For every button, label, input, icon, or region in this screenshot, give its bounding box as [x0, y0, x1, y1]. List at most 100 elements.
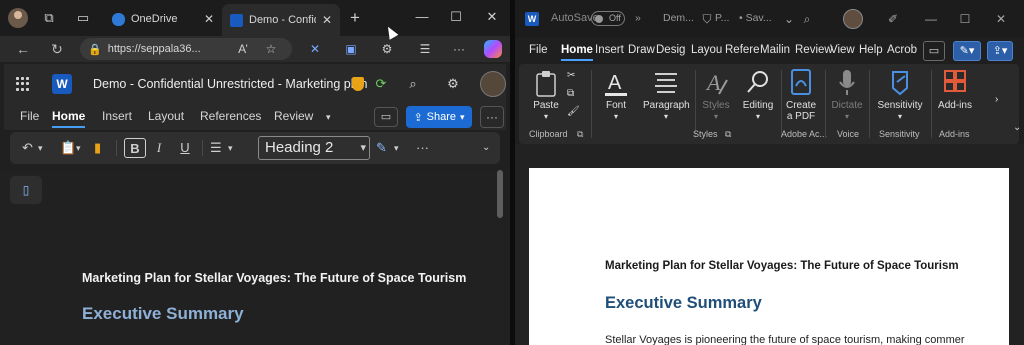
document-page[interactable]: Marketing Plan for Stellar Voyages: The … — [529, 168, 1009, 345]
chevron-down-icon[interactable]: ▾ — [38, 138, 43, 158]
undo-icon[interactable]: ↶ — [22, 138, 33, 158]
underline-button[interactable]: U — [178, 138, 192, 158]
editing-button[interactable]: Editing ▾ — [741, 68, 775, 122]
copilot-icon[interactable] — [484, 40, 502, 58]
tab-view[interactable]: View — [830, 44, 855, 56]
workspaces-icon[interactable]: ⧉ — [40, 9, 58, 27]
italic-button[interactable]: I — [152, 138, 166, 158]
tab-demo-doc[interactable]: Demo - Confide ✕ — [222, 4, 340, 36]
account-avatar-icon[interactable] — [480, 71, 506, 97]
align-icon[interactable]: ☰ — [210, 138, 222, 158]
menu-home[interactable]: Home — [52, 109, 86, 128]
copy-icon[interactable]: ⧉ — [567, 88, 574, 99]
paragraph-button[interactable]: Paragraph ▾ — [643, 68, 690, 122]
extension-x-icon[interactable]: ✕ — [306, 40, 324, 58]
close-tab-icon[interactable]: ✕ — [204, 12, 214, 26]
favorites-list-icon[interactable]: ☰ — [416, 40, 434, 58]
menu-references[interactable]: References — [200, 109, 261, 123]
sensitivity-label[interactable]: P... — [715, 12, 729, 24]
minimize-button[interactable]: — — [406, 6, 438, 28]
address-bar[interactable]: 🔒 https://seppala36... — [80, 38, 292, 60]
more-options-button[interactable]: ··· — [480, 106, 504, 128]
tab-file[interactable]: File — [529, 44, 548, 56]
tab-mailings[interactable]: Mailin — [760, 44, 790, 56]
tab-help[interactable]: Help — [859, 44, 883, 56]
tab-design[interactable]: Desig — [656, 44, 685, 56]
document-title[interactable]: Demo - Confidential Unrestricted - Marke… — [93, 77, 367, 91]
document-editor[interactable]: ▯ Marketing Plan for Stellar Voyages: Th… — [0, 170, 510, 345]
menu-file[interactable]: File — [20, 109, 39, 123]
cut-icon[interactable]: ✂ — [567, 70, 575, 81]
refresh-icon[interactable]: ↻ — [48, 40, 66, 58]
styles-button[interactable]: A Styles ▾ — [701, 68, 731, 122]
maximize-icon[interactable]: ☐ — [957, 11, 973, 27]
collections-icon[interactable]: ▣ — [342, 40, 360, 58]
tab-onedrive[interactable]: OneDrive ✕ — [104, 5, 222, 33]
collapse-ribbon-icon[interactable]: ⌄ — [1013, 122, 1021, 133]
tab-draw[interactable]: Draw — [628, 44, 655, 56]
font-button[interactable]: A Font ▾ — [599, 68, 633, 122]
maximize-button[interactable]: ☐ — [440, 6, 472, 28]
navigation-pane-icon[interactable]: ▯ — [10, 176, 42, 204]
bold-button[interactable]: B — [124, 138, 146, 158]
designer-pen-icon[interactable]: ✐ — [885, 11, 901, 27]
document-title[interactable]: Dem... — [663, 12, 694, 24]
designer-icon[interactable]: ✎ — [376, 138, 387, 158]
tab-review[interactable]: Review — [795, 44, 833, 56]
minimize-icon[interactable]: — — [923, 11, 939, 27]
more-icon[interactable]: ··· — [450, 40, 468, 58]
menu-review[interactable]: Review — [274, 109, 313, 123]
ribbon-scroll-right-icon[interactable]: › — [995, 94, 998, 105]
extensions-icon[interactable]: ⚙ — [378, 40, 396, 58]
chevron-down-icon[interactable]: ▾ — [326, 112, 331, 123]
chevron-down-icon[interactable]: ▾ — [228, 138, 233, 158]
create-pdf-button[interactable]: Create a PDF — [785, 68, 817, 122]
search-icon[interactable]: ⌕ — [799, 11, 815, 27]
menu-insert[interactable]: Insert — [102, 109, 132, 123]
dialog-launcher-icon[interactable]: ⧉ — [577, 129, 583, 140]
dialog-launcher-icon[interactable]: ⧉ — [725, 129, 731, 140]
sensitivity-button[interactable]: Sensitivity ▾ — [875, 68, 925, 122]
tab-home[interactable]: Home — [561, 44, 593, 61]
shield-icon[interactable] — [352, 77, 364, 91]
search-icon[interactable]: ⌕ — [404, 75, 422, 93]
qat-overflow-icon[interactable]: » — [635, 12, 641, 24]
back-icon[interactable]: ← — [14, 40, 32, 58]
close-icon[interactable]: ✕ — [993, 11, 1009, 27]
chevron-down-icon[interactable]: ⌄ — [781, 11, 797, 27]
menu-layout[interactable]: Layout — [148, 109, 184, 123]
read-aloud-icon[interactable]: A’ — [234, 40, 252, 58]
format-painter-icon[interactable]: ▮ — [94, 138, 101, 158]
autosave-toggle[interactable]: Off — [591, 11, 625, 26]
scrollbar[interactable] — [497, 170, 503, 218]
chevron-down-icon[interactable]: ▾ — [360, 137, 366, 159]
sync-status-icon[interactable]: ⟳ — [372, 75, 390, 93]
addins-button[interactable]: Add-ins — [935, 68, 975, 111]
tab-layout[interactable]: Layou — [691, 44, 722, 56]
chevron-down-icon[interactable]: ⌄ — [482, 138, 490, 158]
chevron-down-icon[interactable]: ▾ — [394, 138, 399, 158]
favorite-icon[interactable]: ☆ — [262, 40, 280, 58]
dictate-button[interactable]: Dictate ▾ — [829, 68, 865, 122]
more-commands-button[interactable]: ··· — [416, 138, 429, 158]
new-tab-button[interactable]: + — [346, 9, 364, 27]
tab-references[interactable]: Refere — [725, 44, 760, 56]
sensitivity-shield-icon[interactable]: ⛉ — [699, 11, 715, 27]
format-painter-icon[interactable]: 🖌 — [567, 106, 580, 117]
tab-acrobat[interactable]: Acrob — [887, 44, 917, 56]
waffle-icon[interactable] — [16, 77, 30, 91]
chevron-down-icon[interactable]: ▾ — [76, 138, 81, 158]
profile-avatar-icon[interactable] — [8, 8, 28, 28]
paste-button[interactable]: Paste ▾ — [531, 70, 561, 122]
comments-button[interactable]: ▭ — [923, 41, 945, 61]
close-tab-icon[interactable]: ✕ — [322, 13, 332, 27]
style-selector[interactable]: Heading 2 ▾ — [258, 136, 370, 160]
clipboard-icon[interactable]: 📋 — [60, 138, 76, 158]
editing-mode-button[interactable]: ✎▾ — [953, 41, 981, 61]
share-button[interactable]: ⇪▾ — [987, 41, 1013, 61]
tab-insert[interactable]: Insert — [595, 44, 624, 56]
share-button[interactable]: ⇪ Share ▾ — [406, 106, 472, 128]
tab-actions-icon[interactable]: ▭ — [74, 9, 92, 27]
lock-icon[interactable]: 🔒 — [88, 43, 102, 56]
account-avatar-icon[interactable] — [843, 9, 863, 29]
